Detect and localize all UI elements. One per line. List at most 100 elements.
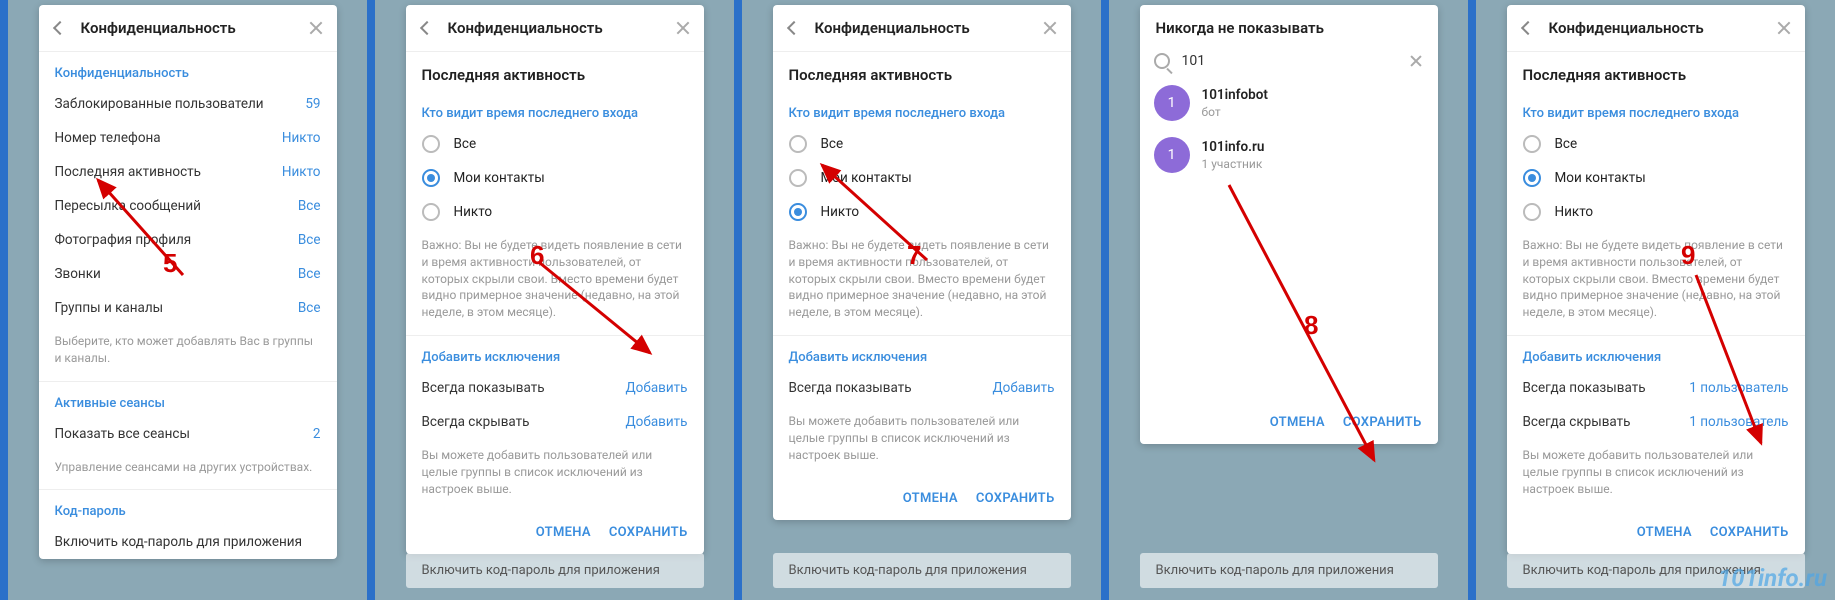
cancel-button[interactable]: ОТМЕНА — [536, 525, 591, 540]
panel-header: Конфиденциальность — [1507, 5, 1805, 52]
back-icon[interactable] — [785, 19, 803, 37]
radio-nobody[interactable]: Никто — [406, 195, 704, 229]
watermark: 101info.ru — [1718, 564, 1827, 592]
close-icon[interactable] — [1041, 19, 1059, 37]
back-icon[interactable] — [418, 19, 436, 37]
phone-row[interactable]: Номер телефонаНикто — [39, 121, 337, 155]
result-sub: бот — [1202, 105, 1268, 119]
search-icon — [1154, 53, 1170, 69]
who-sees-title: Кто видит время последнего входа — [406, 92, 704, 127]
radio-everybody[interactable]: Все — [1507, 127, 1805, 161]
step-label: 8 — [1304, 310, 1318, 341]
panel-header: Конфиденциальность — [773, 5, 1071, 52]
radio-icon — [789, 169, 807, 187]
cancel-button[interactable]: ОТМЕНА — [1637, 525, 1692, 540]
save-button[interactable]: СОХРАНИТЬ — [609, 525, 688, 540]
close-icon[interactable] — [674, 19, 692, 37]
groups-row[interactable]: Группы и каналыВсе — [39, 291, 337, 325]
exceptions-title: Добавить исключения — [1507, 336, 1805, 371]
lastseen-note: Важно: Вы не будете видеть появление в с… — [1507, 229, 1805, 336]
save-button[interactable]: СОХРАНИТЬ — [1343, 415, 1422, 430]
result-name: 101infobot — [1202, 87, 1268, 103]
always-show-row[interactable]: Всегда показыватьДобавить — [406, 371, 704, 405]
close-icon[interactable] — [307, 19, 325, 37]
passcode-row[interactable]: Включить код-пароль для приложения — [39, 525, 337, 559]
cancel-button[interactable]: ОТМЕНА — [1270, 415, 1325, 430]
section-title: Конфиденциальность — [39, 52, 337, 87]
radio-nobody[interactable]: Никто — [1507, 195, 1805, 229]
exceptions-title: Добавить исключения — [406, 336, 704, 371]
lastseen-note: Важно: Вы не будете видеть появление в с… — [406, 229, 704, 336]
behind-row: Включить код-пароль для приложения — [773, 553, 1071, 588]
lastseen-row[interactable]: Последняя активностьНикто — [39, 155, 337, 189]
cancel-button[interactable]: ОТМЕНА — [903, 491, 958, 506]
step-label: 6 — [530, 240, 544, 271]
step-label: 7 — [907, 240, 921, 271]
subpanel-title: Последняя активность — [406, 52, 704, 92]
radio-icon — [789, 135, 807, 153]
forwarding-row[interactable]: Пересылка сообщенийВсе — [39, 189, 337, 223]
search-result[interactable]: 1 101info.ru1 участник — [1140, 129, 1438, 181]
lastseen-panel: Конфиденциальность Последняя активность … — [406, 5, 704, 554]
radio-contacts[interactable]: Мои контакты — [1507, 161, 1805, 195]
behind-row: Включить код-пароль для приложения — [406, 553, 704, 588]
panel-title: Никогда не показывать — [1140, 5, 1438, 45]
radio-icon — [1523, 203, 1541, 221]
sessions-row[interactable]: Показать все сеансы2 — [39, 417, 337, 451]
photo-row[interactable]: Фотография профиляВсе — [39, 223, 337, 257]
back-icon[interactable] — [1519, 19, 1537, 37]
result-name: 101info.ru — [1202, 139, 1265, 155]
radio-icon — [1523, 135, 1541, 153]
always-show-row[interactable]: Всегда показывать1 пользователь — [1507, 371, 1805, 405]
exceptions-title: Добавить исключения — [773, 336, 1071, 371]
close-icon[interactable] — [1775, 19, 1793, 37]
radio-nobody[interactable]: Никто — [773, 195, 1071, 229]
who-sees-title: Кто видит время последнего входа — [1507, 92, 1805, 127]
search-input[interactable] — [1182, 53, 1408, 69]
behind-row: Включить код-пароль для приложения — [1140, 553, 1438, 588]
lastseen-panel: Конфиденциальность Последняя активность … — [773, 5, 1071, 520]
sessions-title: Активные сеансы — [39, 382, 337, 417]
footer: ОТМЕНА СОХРАНИТЬ — [773, 477, 1071, 520]
lastseen-panel: Конфиденциальность Последняя активность … — [1507, 5, 1805, 554]
exceptions-note: Вы можете добавить пользователей или цел… — [1507, 439, 1805, 511]
radio-icon — [422, 203, 440, 221]
search-row — [1140, 45, 1438, 77]
avatar: 1 — [1154, 85, 1190, 121]
always-hide-row[interactable]: Всегда скрывать1 пользователь — [1507, 405, 1805, 439]
panel-title: Конфиденциальность — [1549, 19, 1775, 37]
who-sees-title: Кто видит время последнего входа — [773, 92, 1071, 127]
footer: ОТМЕНА СОХРАНИТЬ — [1140, 401, 1438, 444]
radio-icon — [422, 169, 440, 187]
radio-icon — [789, 203, 807, 221]
privacy-note: Выберите, кто может добавлять Вас в груп… — [39, 325, 337, 382]
always-show-row[interactable]: Всегда показыватьДобавить — [773, 371, 1071, 405]
step-label: 9 — [1681, 240, 1695, 271]
radio-everybody[interactable]: Все — [773, 127, 1071, 161]
clear-icon[interactable] — [1408, 53, 1424, 69]
subpanel-title: Последняя активность — [1507, 52, 1805, 92]
panel-header: Конфиденциальность — [39, 5, 337, 52]
save-button[interactable]: СОХРАНИТЬ — [976, 491, 1055, 506]
radio-everybody[interactable]: Все — [406, 127, 704, 161]
search-result[interactable]: 1 101infobot бот — [1140, 77, 1438, 129]
panel-title: Конфиденциальность — [815, 19, 1041, 37]
blocked-users-row[interactable]: Заблокированные пользователи59 — [39, 87, 337, 121]
panel-header: Конфиденциальность — [406, 5, 704, 52]
passcode-title: Код-пароль — [39, 490, 337, 525]
panel-title: Конфиденциальность — [81, 19, 307, 37]
calls-row[interactable]: ЗвонкиВсе — [39, 257, 337, 291]
panel-title: Конфиденциальность — [448, 19, 674, 37]
exceptions-note: Вы можете добавить пользователей или цел… — [773, 405, 1071, 477]
radio-icon — [422, 135, 440, 153]
exceptions-note: Вы можете добавить пользователей или цел… — [406, 439, 704, 511]
radio-contacts[interactable]: Мои контакты — [773, 161, 1071, 195]
radio-contacts[interactable]: Мои контакты — [406, 161, 704, 195]
footer: ОТМЕНА СОХРАНИТЬ — [1507, 511, 1805, 554]
footer: ОТМЕНА СОХРАНИТЬ — [406, 511, 704, 554]
save-button[interactable]: СОХРАНИТЬ — [1710, 525, 1789, 540]
radio-icon — [1523, 169, 1541, 187]
step-label: 5 — [163, 248, 177, 279]
always-hide-row[interactable]: Всегда скрыватьДобавить — [406, 405, 704, 439]
back-icon[interactable] — [51, 19, 69, 37]
